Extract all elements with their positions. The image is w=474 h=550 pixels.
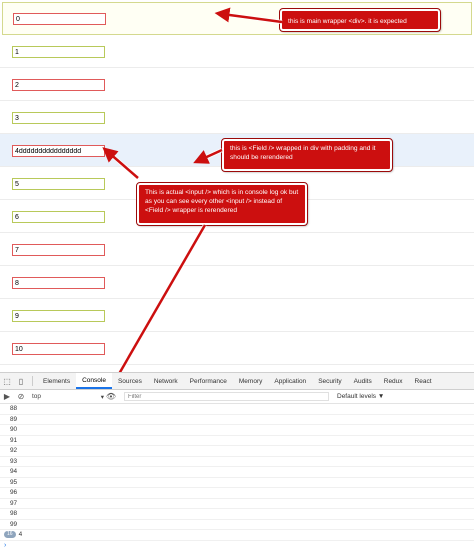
log-line: 90	[0, 425, 474, 436]
device-toolbar-icon[interactable]: ▯	[14, 373, 28, 389]
console-log: 88 89 90 91 92 93 94 95 96 97 98 99	[0, 404, 474, 530]
log-line: 99	[0, 520, 474, 530]
tab-console[interactable]: Console	[76, 373, 112, 389]
field-input[interactable]	[12, 343, 105, 355]
field-row	[0, 332, 474, 365]
tab-elements[interactable]: Elements	[37, 373, 76, 389]
filter-input[interactable]	[124, 392, 329, 401]
field-input[interactable]	[12, 112, 105, 124]
log-line: 97	[0, 499, 474, 509]
eye-icon[interactable]: 👁	[104, 389, 118, 405]
repeat-count-badge: 16	[4, 531, 16, 539]
field-input[interactable]	[12, 310, 105, 322]
field-row	[0, 299, 474, 332]
devtools-panel: ⬚ ▯ Elements Console Sources Network Perform…	[0, 372, 474, 550]
console-toolbar: ▶ ⊘ top ▾ 👁 Default levels ▼	[0, 390, 474, 404]
tab-redux[interactable]: Redux	[378, 373, 409, 389]
tab-memory[interactable]: Memory	[233, 373, 268, 389]
log-line: 96	[0, 488, 474, 499]
sidebar-toggle-icon[interactable]: ▶	[0, 389, 14, 405]
levels-dropdown[interactable]: Default levels ▼	[337, 393, 384, 400]
log-line: 92	[0, 446, 474, 457]
field-annotation: this is <Field /> wrapped in div with pa…	[221, 138, 393, 172]
devtools-tabbar: ⬚ ▯ Elements Console Sources Network Perform…	[0, 373, 474, 390]
tab-audits[interactable]: Audits	[348, 373, 378, 389]
context-select[interactable]: top ▾	[28, 393, 104, 401]
field-row	[0, 101, 474, 134]
console-last-entry: 16 4	[0, 530, 474, 541]
field-input[interactable]	[12, 211, 105, 223]
log-line: 95	[0, 478, 474, 488]
clear-console-icon[interactable]: ⊘	[14, 389, 28, 405]
devtools-tabs: Elements Console Sources Network Performance…	[37, 373, 438, 389]
tab-application[interactable]: Application	[268, 373, 312, 389]
tab-performance[interactable]: Performance	[184, 373, 233, 389]
field-input[interactable]	[12, 79, 105, 91]
field-row	[0, 35, 474, 68]
field-input[interactable]	[12, 46, 105, 58]
field-row	[0, 233, 474, 266]
field-row	[0, 68, 474, 101]
field-row	[0, 266, 474, 299]
inspect-icon[interactable]: ⬚	[0, 373, 14, 389]
field-input[interactable]	[12, 277, 105, 289]
log-line: 94	[0, 467, 474, 478]
log-line: 91	[0, 436, 474, 446]
field-input[interactable]	[12, 178, 105, 190]
log-line: 98	[0, 509, 474, 520]
tab-react[interactable]: React	[409, 373, 438, 389]
wrapper-annotation: this is main wrapper <div>. it is expect…	[279, 8, 441, 32]
tab-security[interactable]: Security	[312, 373, 347, 389]
tab-sources[interactable]: Sources	[112, 373, 148, 389]
log-line: 88	[0, 404, 474, 415]
field-input[interactable]	[12, 145, 105, 157]
field-input[interactable]	[12, 244, 105, 256]
wrapper-input[interactable]	[13, 13, 106, 25]
log-line: 89	[0, 415, 474, 425]
tab-network[interactable]: Network	[148, 373, 184, 389]
input-annotation: This is actual <input /> which is in con…	[136, 182, 308, 226]
log-line: 93	[0, 457, 474, 467]
console-prompt[interactable]: ›	[0, 541, 474, 550]
